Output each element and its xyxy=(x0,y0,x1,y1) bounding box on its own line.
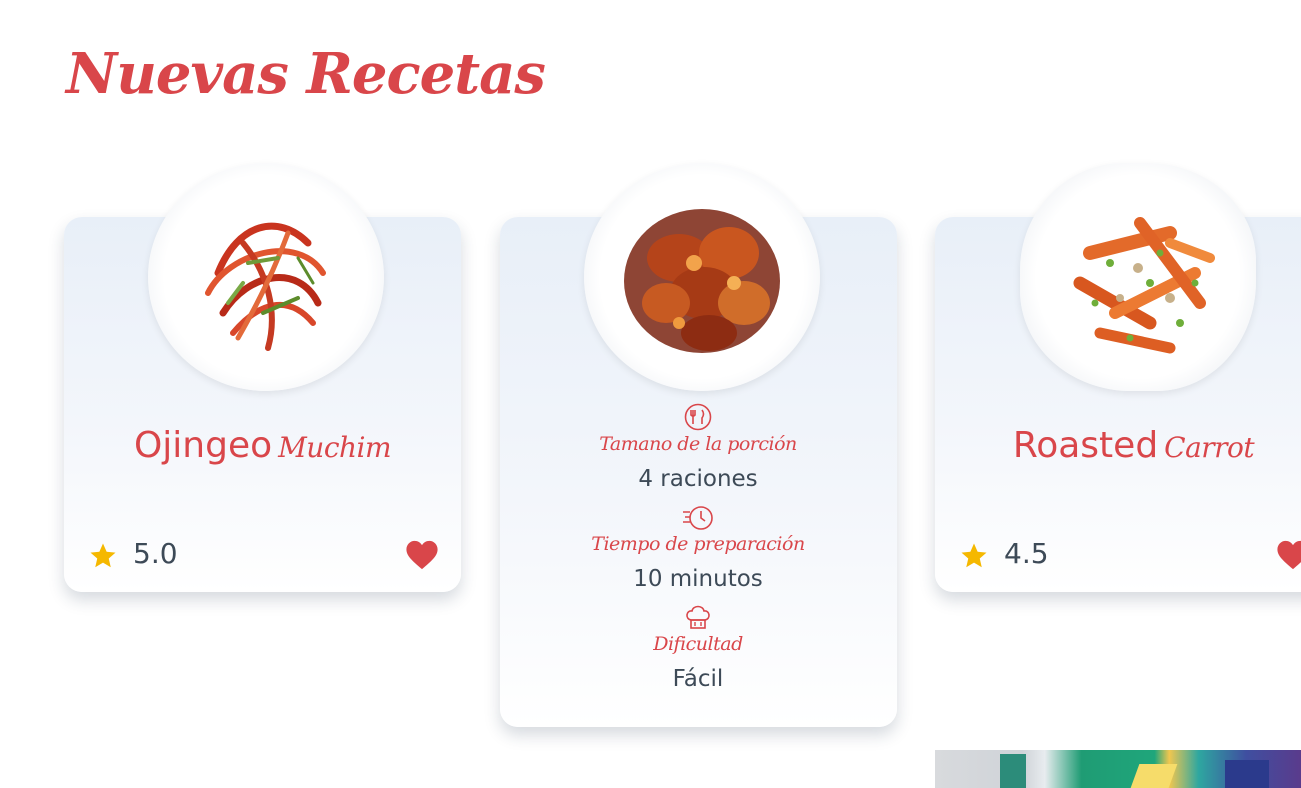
dish-image-roasted-carrot[interactable] xyxy=(1020,163,1256,391)
star-icon xyxy=(90,543,116,568)
utensils-icon xyxy=(684,403,712,431)
star-icon xyxy=(961,543,987,568)
recipe-title-ojingeo-muchim[interactable]: Ojingeo Muchim xyxy=(64,420,461,476)
serving-size-value: 4 raciones xyxy=(638,466,758,492)
recipe-title-roasted-carrot[interactable]: Roasted Carrot xyxy=(935,420,1301,476)
recipe-title-script: Muchim xyxy=(278,431,392,464)
dish-image-ojingeo-muchim[interactable] xyxy=(148,163,384,391)
product-image-partial xyxy=(935,750,1301,788)
difficulty-value: Fácil xyxy=(672,666,724,692)
prep-time-label: Tiempo de preparación xyxy=(591,533,805,555)
rating-value: 4.5 xyxy=(1004,537,1049,570)
prep-time-value: 10 minutos xyxy=(633,566,763,592)
chef-hat-icon xyxy=(686,605,710,629)
recipe-title-main: Roasted xyxy=(1012,425,1159,466)
recipe-title-main: Ojingeo xyxy=(133,425,273,466)
dish-image-chicken[interactable] xyxy=(584,163,820,391)
recipe-title-script: Carrot xyxy=(1164,431,1255,464)
stopwatch-icon xyxy=(683,506,713,530)
rating-value: 5.0 xyxy=(133,537,178,570)
difficulty-label: Dificultad xyxy=(653,633,743,655)
section-title: Nuevas Recetas xyxy=(66,41,546,107)
favorite-heart-icon[interactable] xyxy=(1276,539,1301,571)
serving-size-label: Tamano de la porción xyxy=(599,433,797,455)
favorite-heart-icon[interactable] xyxy=(405,539,439,571)
